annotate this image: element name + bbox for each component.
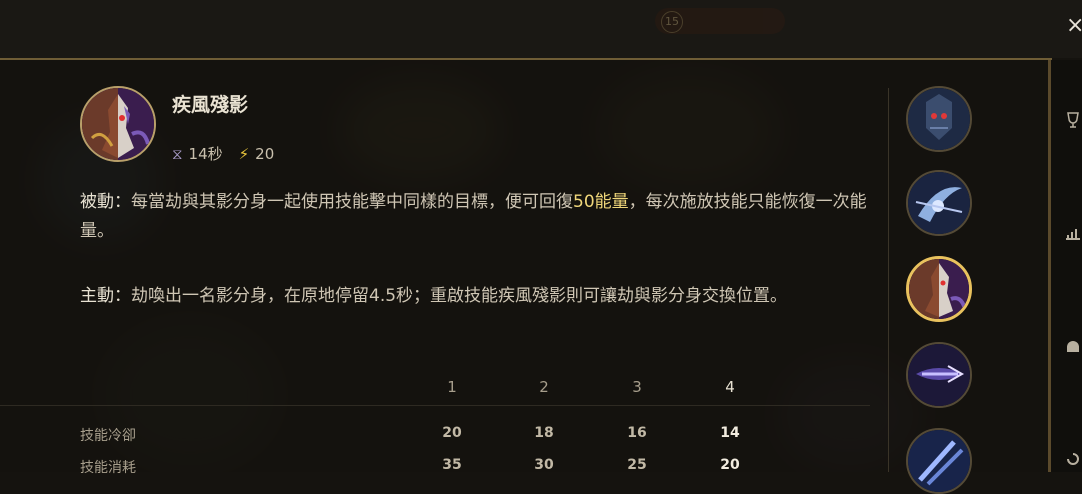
row-label-cooldown: 技能冷卻 [80,428,136,444]
ability-portrait [80,86,156,162]
table-divider [0,405,870,406]
table-cell: 18 [534,425,554,441]
lightning-icon: ⚡ [238,144,250,163]
rank-header: 4 [725,378,735,396]
passive-text-1: 每當劫與其影分身一起使用技能擊中同樣的目標，便可回復 [131,192,573,212]
skills-divider [888,88,889,472]
rank-header: 1 [447,378,457,396]
table-cell: 16 [627,425,647,441]
passive-description: 被動：每當劫與其影分身一起使用技能擊中同樣的目標，便可回復50能量，每次施放技能… [80,188,870,246]
swirl-icon[interactable] [1066,452,1082,470]
skill-q-button[interactable] [906,170,972,236]
table-cell: 30 [534,457,554,473]
helmet-icon[interactable] [1066,340,1082,358]
level-pill: 15 [655,8,785,34]
passive-energy: 50能量 [573,192,629,212]
table-cell: 35 [442,457,462,473]
ability-name: 疾風殘影 [172,94,249,116]
rank-header: 3 [632,378,642,396]
active-description: 主動：劫喚出一名影分身，在原地停留4.5秒；重啟技能疾風殘影則可讓劫與影分身交換… [80,282,840,311]
skill-passive-button[interactable] [906,86,972,152]
hourglass-icon: ⧖ [172,144,183,163]
rank-header: 2 [539,378,549,396]
close-icon[interactable]: × [1066,12,1082,40]
skill-w-button[interactable] [906,256,972,322]
table-cell: 20 [442,425,462,441]
passive-label: 被動： [80,192,131,212]
ability-stats: ⧖ 14秒 ⚡ 20 [172,143,274,164]
cost-value: 20 [255,144,275,163]
cooldown-value: 14秒 [188,145,223,163]
active-text: 劫喚出一名影分身，在原地停留4.5秒；重啟技能疾風殘影則可讓劫與影分身交換位置。 [131,286,788,306]
skill-e-button[interactable] [906,342,972,408]
level-badge: 15 [661,11,683,33]
ability-panel [0,60,1048,472]
stats-icon[interactable] [1066,226,1082,244]
wine-icon[interactable] [1066,112,1082,132]
table-cell: 25 [627,457,647,473]
top-bar: 15 [0,0,1082,58]
row-label-cost: 技能消耗 [80,460,136,476]
skill-r-button[interactable] [906,428,972,494]
active-label: 主動： [80,286,131,306]
table-cell: 20 [720,457,740,473]
table-cell: 14 [720,425,740,441]
